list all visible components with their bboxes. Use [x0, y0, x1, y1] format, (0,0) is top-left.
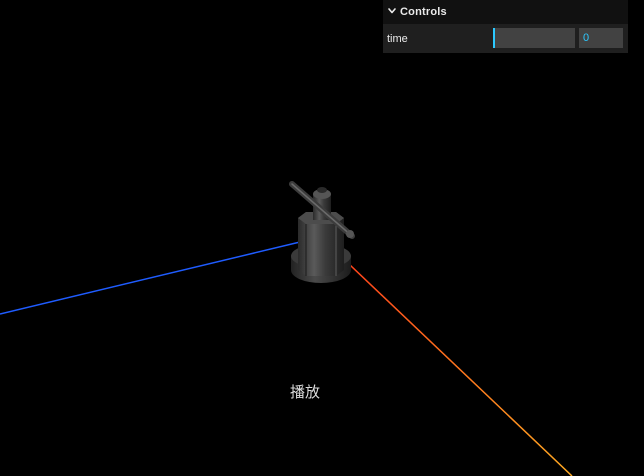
time-label: time: [387, 33, 408, 45]
controls-panel-header[interactable]: Controls: [383, 0, 628, 24]
3d-viewport[interactable]: Controls time 播放: [0, 0, 644, 476]
time-slider[interactable]: [493, 28, 575, 48]
mechanical-part-model[interactable]: [289, 181, 355, 283]
controls-panel-title: Controls: [400, 6, 447, 18]
time-slider-fill: [493, 28, 495, 48]
axis-x-line: [329, 245, 573, 476]
time-control-row: time: [383, 24, 628, 53]
controls-panel: Controls time: [383, 0, 628, 53]
play-button[interactable]: 播放: [270, 381, 340, 405]
chevron-down-icon: [388, 8, 396, 14]
axis-z-line: [0, 241, 301, 315]
time-value-input[interactable]: [579, 28, 623, 48]
